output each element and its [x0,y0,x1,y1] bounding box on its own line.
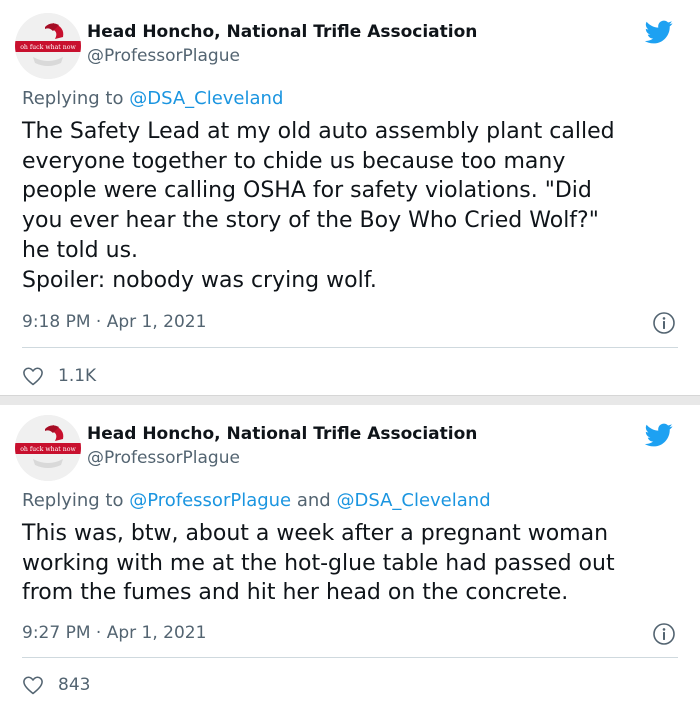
twitter-bird-icon[interactable] [642,421,676,449]
like-count: 843 [58,675,91,695]
like-count: 1.1K [58,366,97,386]
avatar[interactable]: oh fuck what now [15,13,81,79]
tweet-text: This was, btw, about a week after a preg… [22,519,692,608]
avatar-image: oh fuck what now [15,415,81,481]
avatar[interactable]: oh fuck what now [15,415,81,481]
divider [22,657,678,658]
tweet-text-line: The Safety Lead at my old auto assembly … [22,119,615,144]
author-handle[interactable]: @ProfessorPlague [87,448,240,468]
tweet-text-line: from the fumes and hit her head on the c… [22,580,569,606]
tweet-text-line: you ever hear the story of the Boy Who C… [22,208,599,234]
replying-prefix: Replying to [22,88,130,109]
tweet-text-line: This was, btw, about a week after a preg… [22,521,609,546]
avatar-image: oh fuck what now [15,13,81,79]
author-handle[interactable]: @ProfessorPlague [87,46,240,66]
author-name[interactable]: Head Honcho, National Trifle Association [87,22,477,42]
tweet-timestamp[interactable]: 9:18 PM · Apr 1, 2021 [22,312,206,332]
replying-to: Replying to @DSA_Cleveland [22,88,283,109]
avatar-caption: oh fuck what now [20,44,76,51]
twitter-bird-icon[interactable] [642,18,676,46]
author-name[interactable]: Head Honcho, National Trifle Association [87,424,477,444]
tweet-timestamp[interactable]: 9:27 PM · Apr 1, 2021 [22,623,206,643]
reply-mention-link[interactable]: @ProfessorPlague [129,490,291,511]
like-button[interactable]: 843 [22,673,90,697]
tweet-card[interactable]: oh fuck what now Head Honcho, National T… [0,405,700,713]
replying-prefix: Replying to [22,490,130,511]
tweet-text-line: Spoiler: nobody was crying wolf. [22,267,377,293]
heart-icon [23,367,43,386]
tweet-text-line: everyone together to chide us because to… [22,148,566,174]
tweet-text: The Safety Lead at my old auto assembly … [22,117,692,295]
reply-mention-link[interactable]: @DSA_Cleveland [336,490,490,511]
tweet-card[interactable]: oh fuck what now Head Honcho, National T… [0,0,700,395]
replying-joiner: and [291,490,337,511]
tweet-text-line: he told us. [22,237,139,263]
heart-icon [23,676,43,695]
tweet-text-line: working with me at the hot-glue table ha… [22,550,615,576]
info-icon[interactable] [652,311,676,335]
replying-to: Replying to @ProfessorPlague and @DSA_Cl… [22,490,491,511]
like-button[interactable]: 1.1K [22,364,96,388]
reply-mention-link[interactable]: @DSA_Cleveland [129,88,283,109]
info-icon[interactable] [652,622,676,646]
tweet-text-line: people were calling OSHA for safety viol… [22,178,592,204]
divider [22,347,678,348]
avatar-caption: oh fuck what now [20,446,76,453]
